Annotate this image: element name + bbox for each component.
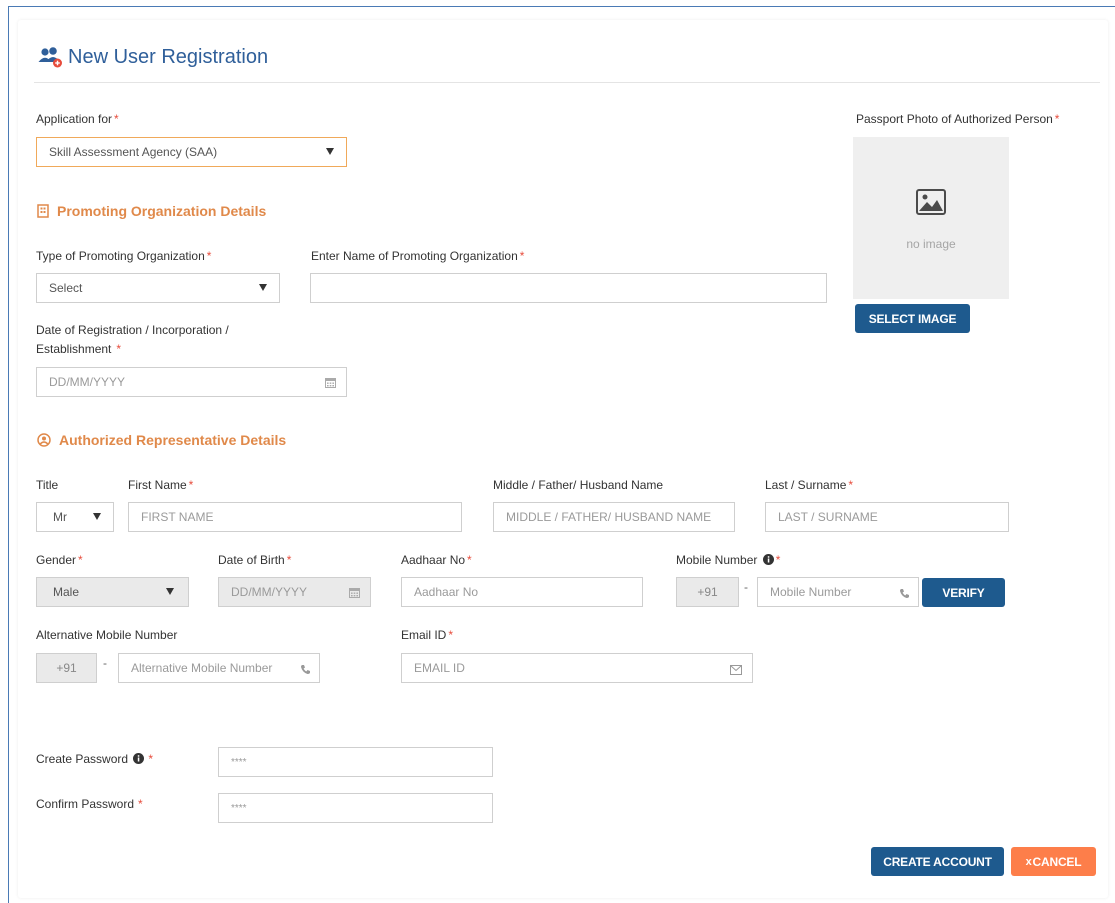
cancel-label: CANCEL bbox=[1032, 854, 1082, 869]
middle-name-label: Middle / Father/ Husband Name bbox=[493, 478, 664, 492]
gender-label: Gender * bbox=[36, 553, 83, 567]
gender-value: Male bbox=[53, 585, 80, 599]
reg-date-label-line1: Date of Registration / Incorporation / bbox=[36, 323, 229, 337]
envelope-icon bbox=[730, 665, 742, 675]
title-select[interactable]: Mr bbox=[36, 502, 114, 532]
reg-date-input[interactable]: DD/MM/YYYY bbox=[36, 367, 347, 397]
alt-mobile-dash: - bbox=[103, 656, 107, 670]
create-password-input[interactable]: **** bbox=[218, 747, 493, 777]
first-name-label: First Name * bbox=[128, 478, 194, 492]
chevron-down-icon bbox=[166, 588, 174, 595]
application-for-value: Skill Assessment Agency (SAA) bbox=[49, 145, 218, 159]
mobile-input[interactable]: Mobile Number bbox=[757, 577, 919, 607]
alt-mobile-country-code: +91 bbox=[36, 653, 97, 683]
phone-icon bbox=[300, 665, 310, 675]
calendar-icon[interactable] bbox=[325, 377, 336, 388]
org-name-label: Enter Name of Promoting Organization * bbox=[311, 249, 525, 263]
reg-date-placeholder: DD/MM/YYYY bbox=[49, 375, 126, 389]
confirm-password-input[interactable]: **** bbox=[218, 793, 493, 823]
aadhaar-label: Aadhaar No * bbox=[401, 553, 472, 567]
no-image-text: no image bbox=[906, 237, 956, 251]
title-value: Mr bbox=[53, 510, 67, 524]
title-label: Title bbox=[36, 478, 59, 492]
mobile-country-code: +91 bbox=[676, 577, 739, 607]
promoting-section-heading: Promoting Organization Details bbox=[37, 203, 266, 219]
verify-button[interactable]: VERIFY bbox=[922, 578, 1005, 607]
last-name-input[interactable]: LAST / SURNAME bbox=[765, 502, 1009, 532]
aadhaar-input[interactable]: Aadhaar No bbox=[401, 577, 643, 607]
building-icon bbox=[37, 204, 49, 218]
calendar-icon[interactable] bbox=[349, 587, 360, 598]
application-for-label: Application for * bbox=[36, 112, 119, 126]
page-header: New User Registration bbox=[38, 40, 268, 74]
page-title: New User Registration bbox=[68, 45, 269, 68]
representative-section-heading: Authorized Representative Details bbox=[37, 432, 286, 448]
chevron-down-icon bbox=[259, 284, 267, 291]
photo-label: Passport Photo of Authorized Person * bbox=[856, 112, 1060, 126]
phone-icon bbox=[899, 589, 909, 599]
org-type-select[interactable]: Select bbox=[36, 273, 280, 303]
application-for-select[interactable]: Skill Assessment Agency (SAA) bbox=[36, 137, 347, 167]
org-name-input[interactable] bbox=[310, 273, 827, 303]
create-password-label: Create Password * bbox=[36, 752, 154, 766]
mobile-placeholder: Mobile Number bbox=[770, 585, 852, 599]
alt-mobile-input[interactable]: Alternative Mobile Number bbox=[118, 653, 320, 683]
mobile-dash: - bbox=[744, 580, 748, 594]
middle-name-input[interactable]: MIDDLE / FATHER/ HUSBAND NAME bbox=[493, 502, 735, 532]
create-account-button[interactable]: CREATE ACCOUNT bbox=[871, 847, 1004, 876]
last-name-label: Last / Surname * bbox=[765, 478, 854, 492]
chevron-down-icon bbox=[93, 513, 101, 520]
users-icon bbox=[38, 47, 62, 68]
org-type-label: Type of Promoting Organization * bbox=[36, 249, 212, 263]
info-icon[interactable] bbox=[762, 554, 774, 565]
title-divider bbox=[34, 82, 1100, 83]
alt-mobile-placeholder: Alternative Mobile Number bbox=[131, 661, 273, 675]
select-image-button[interactable]: SELECT IMAGE bbox=[855, 304, 970, 333]
mobile-label: Mobile Number * bbox=[676, 553, 781, 567]
dob-label: Date of Birth * bbox=[218, 553, 292, 567]
org-type-value: Select bbox=[49, 281, 83, 295]
first-name-input[interactable]: FIRST NAME bbox=[128, 502, 462, 532]
reg-date-label-line2: Establishment * bbox=[36, 342, 122, 356]
dob-placeholder: DD/MM/YYYY bbox=[231, 585, 308, 599]
cancel-button[interactable]: x CANCEL bbox=[1011, 847, 1096, 876]
photo-preview: no image bbox=[853, 137, 1009, 299]
chevron-down-icon bbox=[326, 148, 334, 155]
email-placeholder: EMAIL ID bbox=[414, 661, 465, 675]
dob-input[interactable]: DD/MM/YYYY bbox=[218, 577, 371, 607]
confirm-password-label: Confirm Password * bbox=[36, 797, 143, 811]
gender-select[interactable]: Male bbox=[36, 577, 189, 607]
user-circle-icon bbox=[37, 433, 51, 447]
email-label: Email ID * bbox=[401, 628, 454, 642]
image-placeholder-icon bbox=[916, 189, 946, 215]
email-input[interactable]: EMAIL ID bbox=[401, 653, 753, 683]
alt-mobile-label: Alternative Mobile Number bbox=[36, 628, 178, 642]
close-icon: x bbox=[1025, 855, 1032, 868]
info-icon[interactable] bbox=[133, 753, 145, 764]
